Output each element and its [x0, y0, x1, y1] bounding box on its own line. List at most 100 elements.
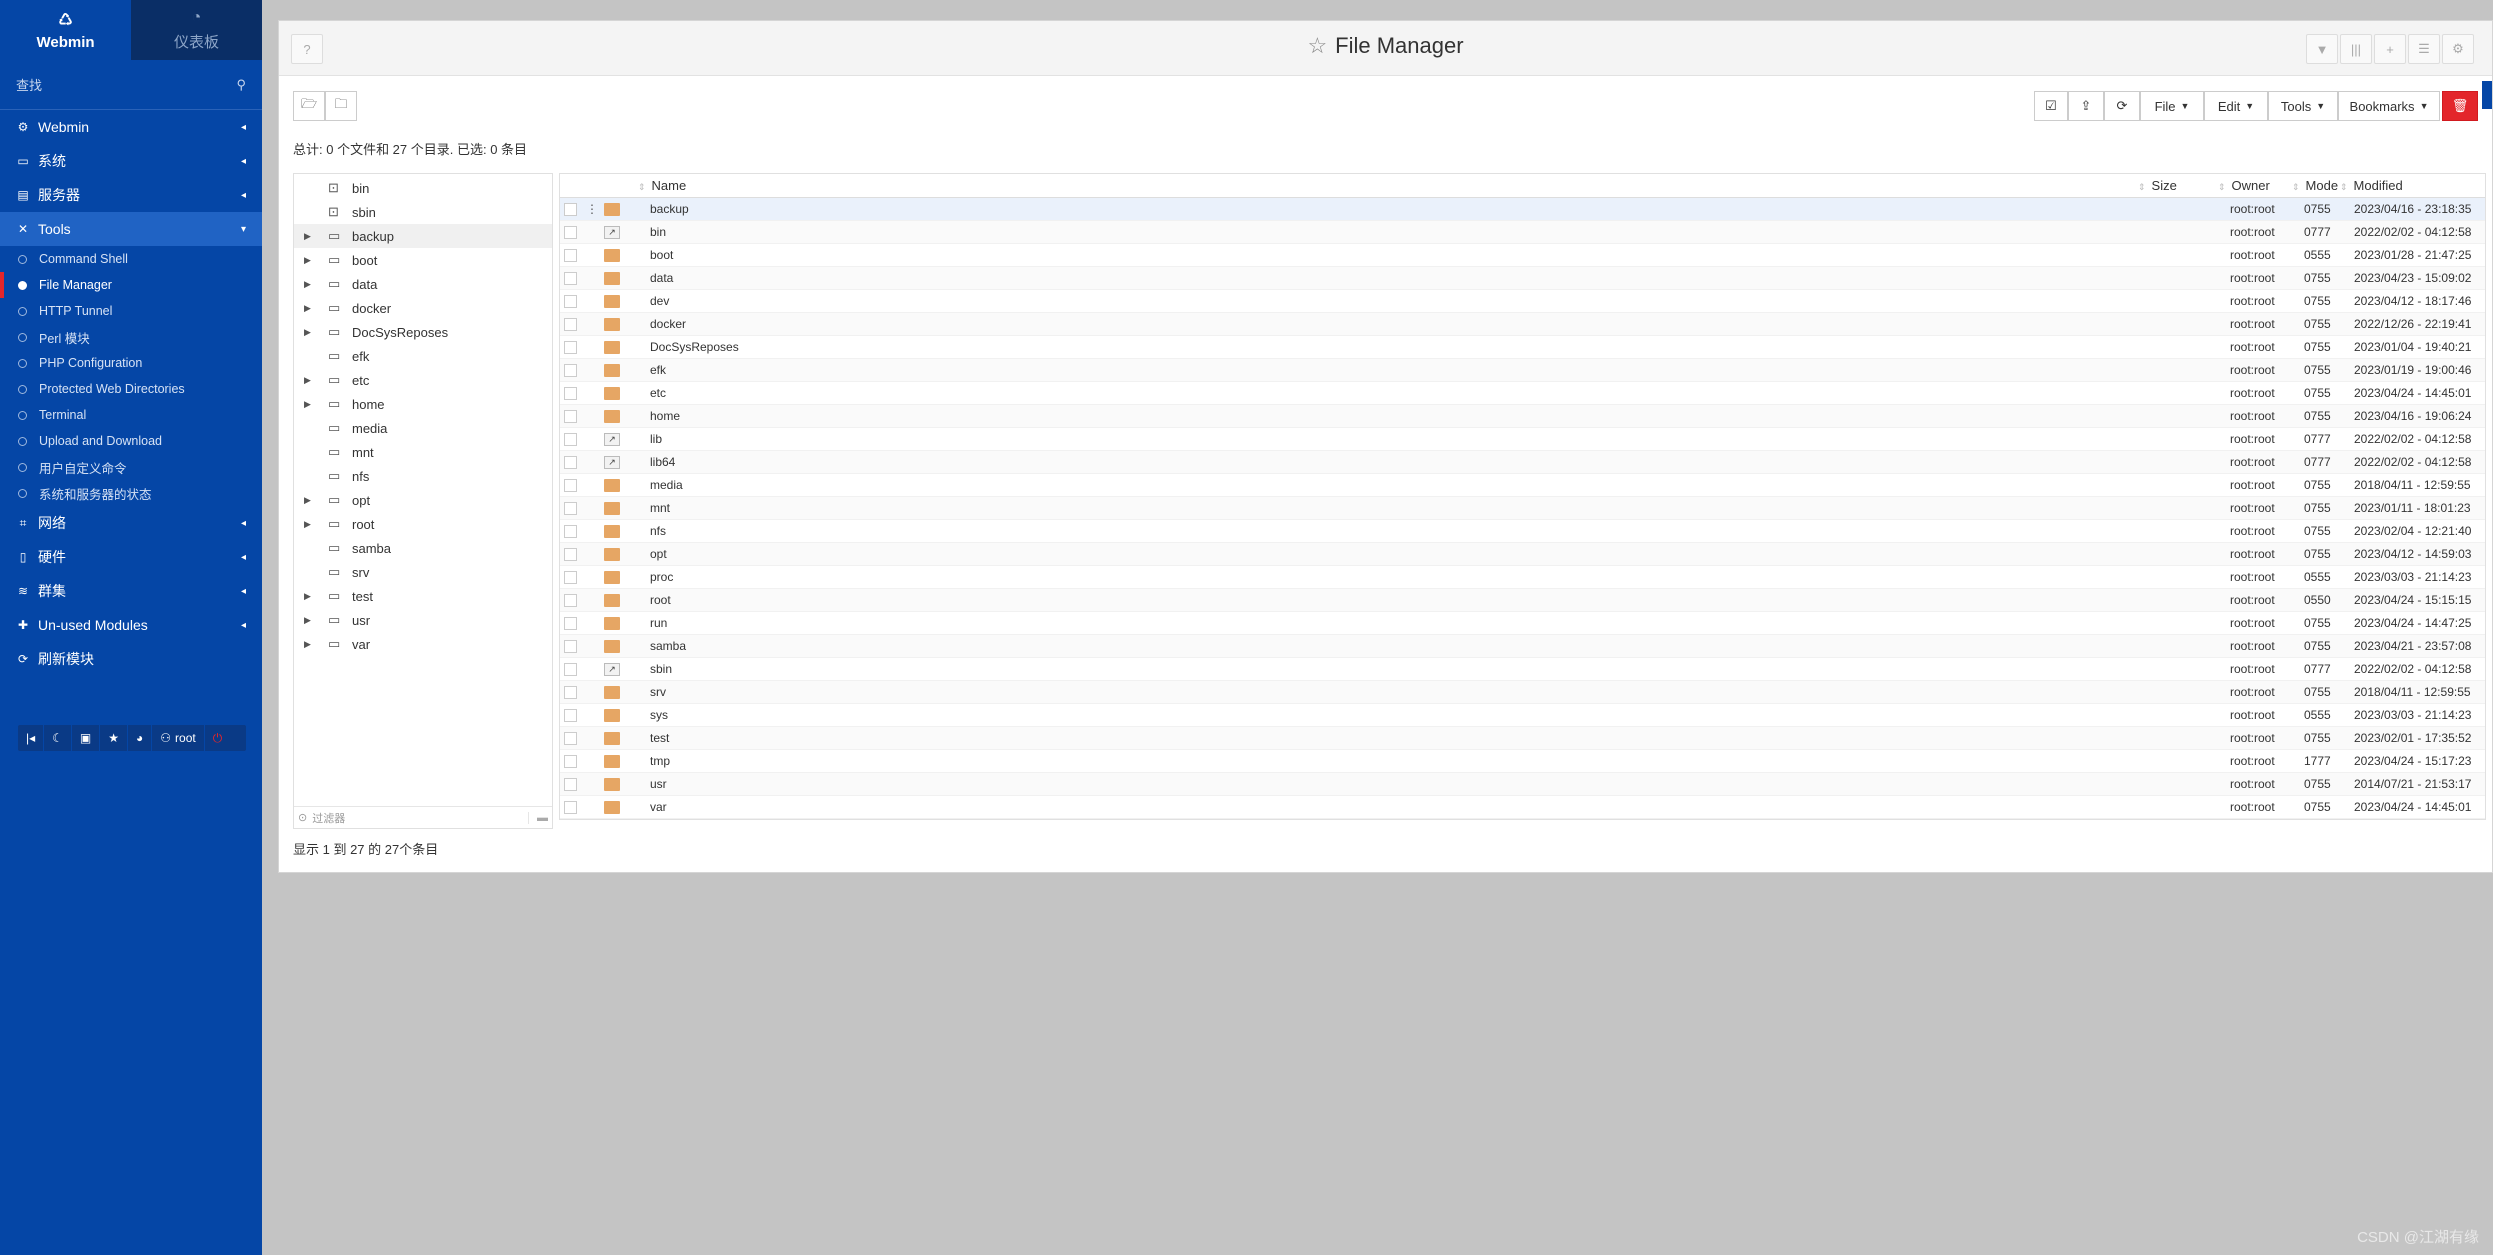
column-size-header[interactable]: ⇕ Size [2138, 178, 2177, 193]
tree-item[interactable]: ▶ ▭ test [294, 584, 552, 608]
row-checkbox[interactable] [564, 202, 577, 216]
tree-item[interactable]: ▶ ▭ DocSysReposes [294, 320, 552, 344]
file-name[interactable]: home [650, 409, 680, 423]
row-checkbox[interactable] [564, 363, 577, 377]
file-name[interactable]: mnt [650, 501, 670, 515]
refresh-modules[interactable]: ⟳ 刷新模块 [0, 642, 262, 676]
file-name[interactable]: var [650, 800, 667, 814]
expand-arrow-icon[interactable]: ▶ [304, 519, 318, 530]
row-checkbox[interactable] [564, 570, 577, 584]
collapse-icon[interactable]: |◂ [18, 725, 45, 751]
moon-icon[interactable]: ☾ [44, 725, 72, 751]
tree-item[interactable]: ▭ media [294, 416, 552, 440]
tab-dashboard[interactable]: ◔ 仪表板 [131, 0, 262, 60]
tree-item[interactable]: ▶ ▭ docker [294, 296, 552, 320]
table-row[interactable]: samba root:root 0755 2023/04/21 - 23:57:08 [560, 635, 2485, 658]
table-row[interactable]: dev root:root 0755 2023/04/12 - 18:17:46 [560, 290, 2485, 313]
row-checkbox[interactable] [564, 685, 577, 699]
file-name[interactable]: samba [650, 639, 686, 653]
table-row[interactable]: data root:root 0755 2023/04/23 - 15:09:02 [560, 267, 2485, 290]
table-row[interactable]: test root:root 0755 2023/02/01 - 17:35:52 [560, 727, 2485, 750]
tools-item[interactable]: 用户自定义命令 [0, 454, 262, 480]
select-all-button[interactable]: ☑ [2034, 91, 2068, 121]
file-name[interactable]: test [650, 731, 669, 745]
expand-arrow-icon[interactable]: ▶ [304, 375, 318, 386]
new-button[interactable]: + [2374, 34, 2406, 64]
tools-item[interactable]: PHP Configuration [0, 350, 262, 376]
table-row[interactable]: nfs root:root 0755 2023/02/04 - 12:21:40 [560, 520, 2485, 543]
file-name[interactable]: docker [650, 317, 686, 331]
table-row[interactable]: ↗ lib64 root:root 0777 2022/02/02 - 04:12:58 [560, 451, 2485, 474]
expand-arrow-icon[interactable]: ▶ [304, 591, 318, 602]
terminal-icon[interactable]: ▣ [72, 725, 101, 751]
tree-item[interactable]: ▶ ▭ opt [294, 488, 552, 512]
row-checkbox[interactable] [564, 294, 577, 308]
row-menu-icon[interactable]: ⋮ [586, 202, 598, 216]
row-checkbox[interactable] [564, 455, 577, 469]
tools-item[interactable]: Perl 模块 [0, 324, 262, 350]
tree-item[interactable]: ▶ ▭ var [294, 632, 552, 656]
table-row[interactable]: DocSysReposes root:root 0755 2023/01/04 - 1… [560, 336, 2485, 359]
file-name[interactable]: DocSysReposes [650, 340, 739, 354]
table-row[interactable]: run root:root 0755 2023/04/24 - 14:47:25 [560, 612, 2485, 635]
row-checkbox[interactable] [564, 409, 577, 423]
search-input[interactable]: 查找 [16, 75, 42, 94]
row-checkbox[interactable] [564, 616, 577, 630]
file-menu[interactable]: File ▼ [2140, 91, 2204, 121]
table-row[interactable]: boot root:root 0555 2023/01/28 - 21:47:25 [560, 244, 2485, 267]
table-row[interactable]: srv root:root 0755 2018/04/11 - 12:59:55 [560, 681, 2485, 704]
row-checkbox[interactable] [564, 501, 577, 515]
filter-button[interactable]: ▼ [2306, 34, 2338, 64]
file-name[interactable]: opt [650, 547, 667, 561]
tree-item[interactable]: ▶ ▭ usr [294, 608, 552, 632]
table-row[interactable]: tmp root:root 1777 2023/04/24 - 15:17:23 [560, 750, 2485, 773]
table-row[interactable]: home root:root 0755 2023/04/16 - 19:06:24 [560, 405, 2485, 428]
row-checkbox[interactable] [564, 248, 577, 262]
tools-item[interactable]: Terminal [0, 402, 262, 428]
file-name[interactable]: lib64 [650, 455, 675, 469]
tools-item[interactable]: Upload and Download [0, 428, 262, 454]
table-row[interactable]: root root:root 0550 2023/04/24 - 15:15:15 [560, 589, 2485, 612]
tools-item[interactable]: HTTP Tunnel [0, 298, 262, 324]
column-mode-header[interactable]: ⇕ Mode [2292, 178, 2338, 193]
row-checkbox[interactable] [564, 317, 577, 331]
palette-icon[interactable]: ◕ [128, 725, 153, 751]
star-icon[interactable]: ★ [100, 725, 129, 751]
row-checkbox[interactable] [564, 547, 577, 561]
file-name[interactable]: backup [650, 202, 689, 216]
sidebar-category-tools[interactable]: ✕ Tools ▾ [0, 212, 262, 246]
row-checkbox[interactable] [564, 800, 577, 814]
tree-item[interactable]: ▶ ▭ data [294, 272, 552, 296]
sidebar-category-服务器[interactable]: ▤ 服务器 ◂ [0, 178, 262, 212]
tools-menu[interactable]: Tools ▼ [2268, 91, 2338, 121]
tab-webmin[interactable]: ♺ Webmin [0, 0, 131, 60]
sidebar-category-网络[interactable]: ⌗ 网络 ◂ [0, 506, 262, 540]
tree-item[interactable]: ▶ ▭ backup [294, 224, 552, 248]
tree-item[interactable]: ▭ samba [294, 536, 552, 560]
row-checkbox[interactable] [564, 524, 577, 538]
user-button[interactable]: ⚇ root [152, 725, 205, 751]
file-name[interactable]: nfs [650, 524, 666, 538]
table-row[interactable]: media root:root 0755 2018/04/11 - 12:59:55 [560, 474, 2485, 497]
file-name[interactable]: etc [650, 386, 666, 400]
expand-arrow-icon[interactable]: ▶ [304, 399, 318, 410]
tree-item[interactable]: ▭ srv [294, 560, 552, 584]
tools-item[interactable]: File Manager [0, 272, 262, 298]
file-name[interactable]: lib [650, 432, 662, 446]
expand-arrow-icon[interactable]: ▶ [304, 327, 318, 338]
tree-filter[interactable]: ⊙ 过滤器 ▬ [294, 806, 552, 828]
file-name[interactable]: sbin [650, 662, 672, 676]
column-name-header[interactable]: ⇕ Name [638, 178, 686, 193]
row-checkbox[interactable] [564, 639, 577, 653]
filter-clear-icon[interactable]: ⊙ [298, 811, 307, 824]
file-name[interactable]: tmp [650, 754, 670, 768]
list-button[interactable]: ☰ [2408, 34, 2440, 64]
file-name[interactable]: run [650, 616, 667, 630]
row-checkbox[interactable] [564, 731, 577, 745]
table-row[interactable]: etc root:root 0755 2023/04/24 - 14:45:01 [560, 382, 2485, 405]
bookmarks-menu[interactable]: Bookmarks ▼ [2338, 91, 2440, 121]
tools-item[interactable]: 系统和服务器的状态 [0, 480, 262, 506]
sidebar-category-webmin[interactable]: ⚙ Webmin ◂ [0, 110, 262, 144]
table-row[interactable]: mnt root:root 0755 2023/01/11 - 18:01:23 [560, 497, 2485, 520]
row-checkbox[interactable] [564, 478, 577, 492]
